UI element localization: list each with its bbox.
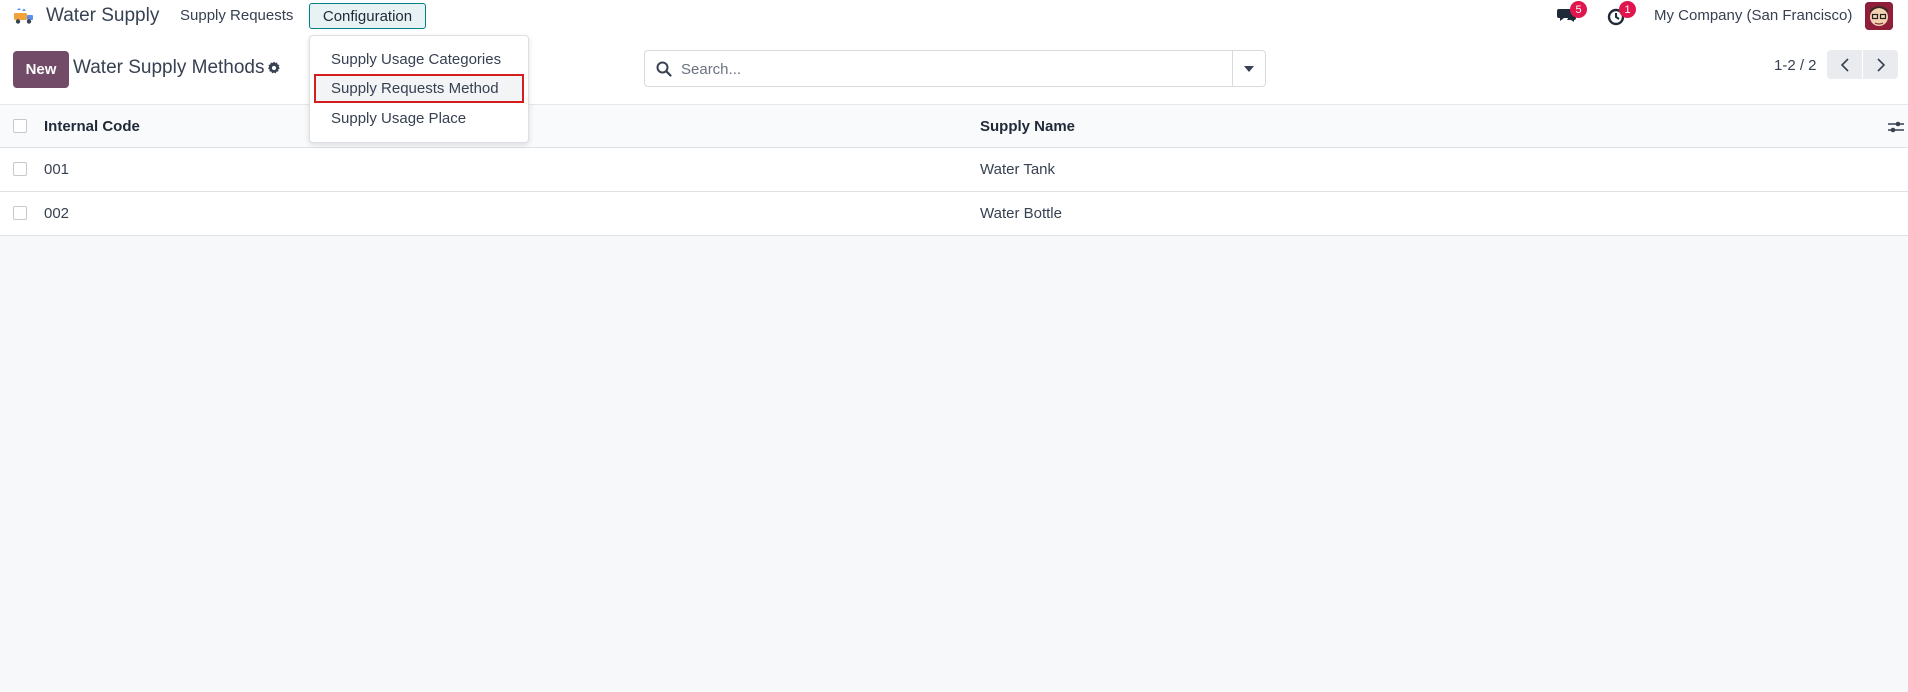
column-header-internal-code[interactable]: Internal Code: [44, 118, 140, 135]
app-brand[interactable]: Water Supply: [46, 5, 159, 27]
row-checkbox[interactable]: [13, 162, 27, 176]
menu-item-supply-requests-method[interactable]: Supply Requests Method: [314, 74, 524, 103]
messages-button[interactable]: 5: [1557, 1, 1587, 26]
new-button[interactable]: New: [13, 51, 69, 88]
user-avatar[interactable]: [1865, 2, 1893, 30]
select-all-checkbox[interactable]: [13, 119, 27, 133]
gear-icon[interactable]: [267, 61, 281, 75]
table-header: Internal Code Supply Name: [0, 104, 1908, 148]
pager-previous-button[interactable]: [1827, 50, 1862, 79]
search-icon: [656, 61, 672, 77]
cell-internal-code: 001: [44, 161, 70, 178]
caret-down-icon: [1244, 65, 1254, 72]
cell-internal-code: 002: [44, 205, 70, 222]
activities-badge: 1: [1619, 1, 1636, 18]
search-bar: [644, 50, 1266, 87]
optional-columns-icon[interactable]: [1887, 119, 1905, 135]
chevron-left-icon: [1840, 57, 1849, 72]
pager-value[interactable]: 1-2 / 2: [1774, 57, 1817, 74]
row-checkbox[interactable]: [13, 206, 27, 220]
table-row[interactable]: 002 Water Bottle: [0, 192, 1908, 236]
messages-badge: 5: [1570, 1, 1587, 18]
page-title: Water Supply Methods: [73, 57, 265, 78]
list-table: Internal Code Supply Name 001 Water Tank…: [0, 104, 1908, 236]
column-header-supply-name[interactable]: Supply Name: [980, 118, 1075, 135]
cell-supply-name: Water Tank: [980, 161, 1056, 178]
configuration-dropdown: Supply Usage Categories Supply Requests …: [309, 35, 529, 143]
table-row[interactable]: 001 Water Tank: [0, 148, 1908, 192]
search-options-toggle[interactable]: [1232, 51, 1265, 86]
menu-configuration[interactable]: Configuration: [309, 3, 426, 29]
water-truck-icon[interactable]: [13, 7, 35, 25]
avatar-face-icon: [1865, 2, 1893, 30]
company-switcher[interactable]: My Company (San Francisco): [1654, 7, 1852, 24]
menu-item-supply-usage-place[interactable]: Supply Usage Place: [314, 104, 524, 133]
control-panel: New Water Supply Methods 1-2 / 2: [0, 32, 1908, 104]
cell-supply-name: Water Bottle: [980, 205, 1062, 222]
search-input[interactable]: [679, 52, 1223, 87]
menu-supply-requests[interactable]: Supply Requests: [180, 7, 293, 24]
menu-item-supply-usage-categories[interactable]: Supply Usage Categories: [314, 45, 524, 74]
pager-next-button[interactable]: [1863, 50, 1898, 79]
activities-button[interactable]: 1: [1606, 1, 1636, 26]
chevron-right-icon: [1876, 57, 1885, 72]
top-navbar: Water Supply Supply Requests Configurati…: [0, 0, 1908, 32]
